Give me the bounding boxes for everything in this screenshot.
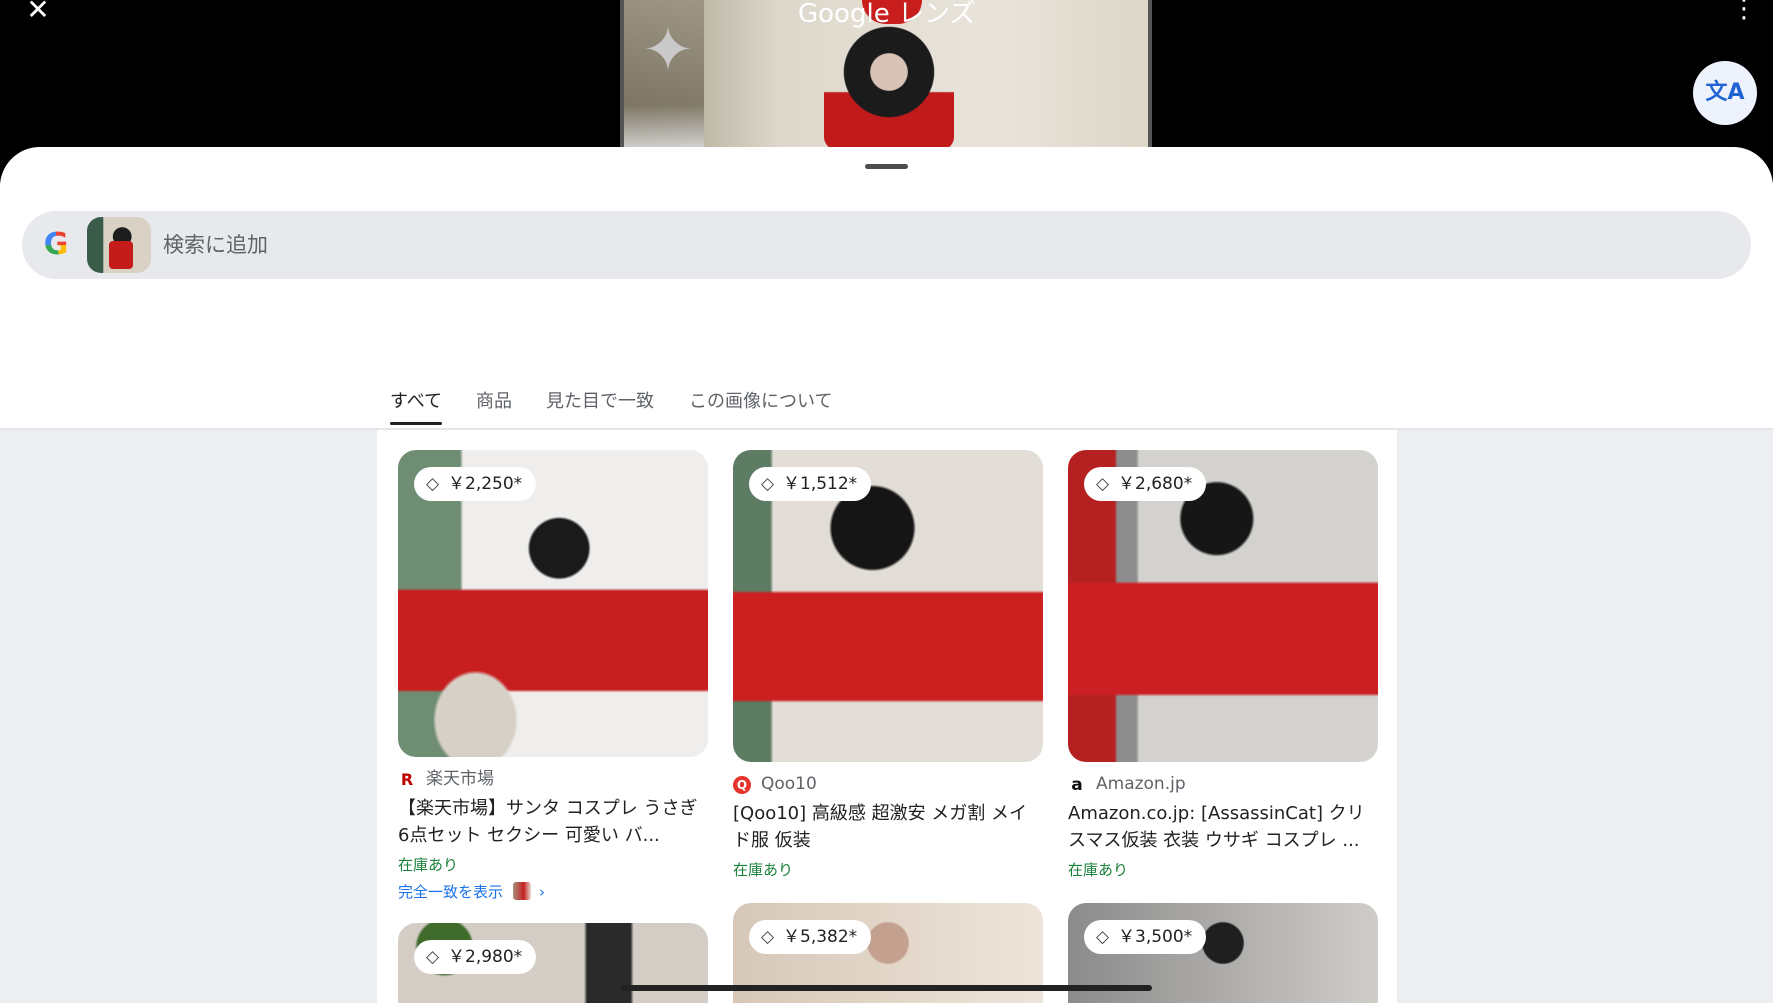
search-box[interactable]: G 検索に追加 <box>22 211 1751 279</box>
price-tag-icon: ◇ <box>1096 474 1110 494</box>
google-logo-icon: G <box>40 229 72 261</box>
amazon-icon: a <box>1071 775 1083 795</box>
tab-about-this-image[interactable]: この画像について <box>689 385 832 428</box>
sheet-drag-handle[interactable] <box>865 164 908 169</box>
result-title[interactable]: Amazon.co.jp: [AssassinCat] クリスマス仮装 衣装 ウ… <box>1068 800 1378 854</box>
chevron-right-icon: › <box>539 883 546 901</box>
translate-icon[interactable]: 文A <box>1693 61 1757 125</box>
price-badge: ◇ ￥3,500* <box>1084 920 1207 954</box>
stock-status: 在庫あり <box>733 861 794 879</box>
price-badge: ◇ ￥2,250* <box>414 467 537 501</box>
source-row: R 楽天市場 <box>398 768 708 790</box>
sheet-header: G 検索に追加 すべて 商品 見た目で一致 この画像について <box>0 147 1773 428</box>
source-row: Q Qoo10 <box>733 773 1043 795</box>
price-badge: ◇ ￥2,980* <box>414 940 537 974</box>
source-name: 楽天市場 <box>426 769 494 789</box>
price-badge: ◇ ￥1,512* <box>749 467 872 501</box>
result-title[interactable]: [Qoo10] 高級感 超激安 メガ割 メイド服 仮装 <box>733 800 1043 854</box>
star-ornament-icon: ✦ <box>642 13 694 86</box>
results-panel: ◇ ￥2,250* R 楽天市場 【楽天市場】サンタ コスプレ うさぎ 6点セット… <box>377 430 1397 1003</box>
gesture-navigation-bar[interactable] <box>621 985 1152 991</box>
lens-header: ✦ ✕ Google レンズ ⋮ 文A <box>0 0 1773 150</box>
tab-all[interactable]: すべて <box>390 385 443 428</box>
google-lens-title: Google レンズ <box>798 0 976 29</box>
stock-status: 在庫あり <box>398 856 459 874</box>
rakuten-icon: R <box>400 770 414 789</box>
show-exact-match-link[interactable]: 完全一致を表示 › <box>398 882 545 902</box>
result-title[interactable]: 【楽天市場】サンタ コスプレ うさぎ 6点セット セクシー 可愛い バ... <box>398 795 708 849</box>
result-image[interactable]: ◇ ￥2,250* <box>398 450 708 757</box>
more-vert-icon[interactable]: ⋮ <box>1731 0 1757 24</box>
stock-status: 在庫あり <box>1068 861 1129 879</box>
source-row: a Amazon.jp <box>1068 773 1378 795</box>
tab-visual-matches[interactable]: 見た目で一致 <box>546 385 654 428</box>
price-tag-icon: ◇ <box>426 947 440 967</box>
source-name: Amazon.jp <box>1096 774 1186 794</box>
results-sheet: G 検索に追加 すべて 商品 見た目で一致 この画像について ◇ ￥2,250* … <box>0 147 1773 1003</box>
result-image[interactable]: ◇ ￥1,512* <box>733 450 1043 762</box>
price-tag-icon: ◇ <box>1096 927 1110 947</box>
price-tag-icon: ◇ <box>761 474 775 494</box>
preview-person <box>824 20 954 150</box>
result-tabs: すべて 商品 見た目で一致 この画像について <box>378 385 1398 428</box>
result-image[interactable]: ◇ ￥2,680* <box>1068 450 1378 762</box>
qoo10-icon: Q <box>733 776 751 794</box>
source-name: Qoo10 <box>761 774 817 794</box>
price-tag-icon: ◇ <box>426 474 440 494</box>
search-input[interactable]: 検索に追加 <box>163 232 363 258</box>
tab-products[interactable]: 商品 <box>476 385 512 428</box>
price-tag-icon: ◇ <box>761 927 775 947</box>
price-badge: ◇ ￥5,382* <box>749 920 872 954</box>
close-icon[interactable]: ✕ <box>22 0 54 24</box>
exact-match-thumbnail <box>513 882 532 900</box>
result-image[interactable]: ◇ ￥2,980* <box>398 923 708 1003</box>
price-badge: ◇ ￥2,680* <box>1084 467 1207 501</box>
query-thumbnail[interactable] <box>87 217 151 273</box>
